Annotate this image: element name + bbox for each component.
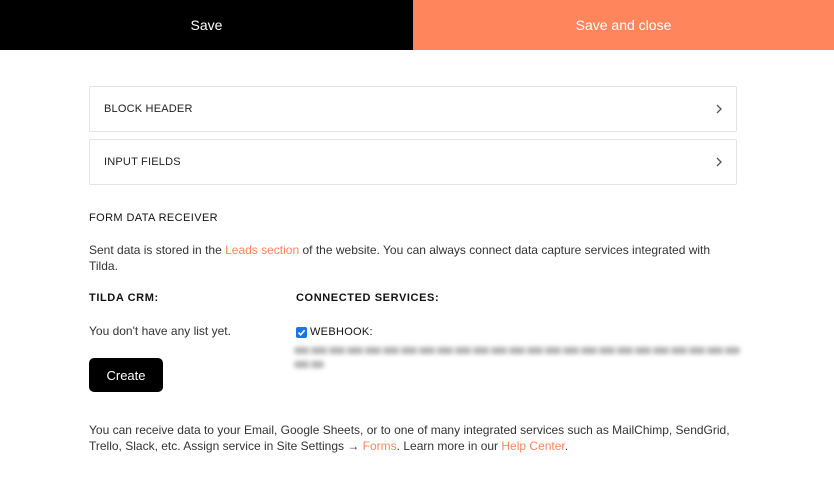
form-receiver-description: Sent data is stored in the Leads section… [89, 242, 739, 274]
connected-services-heading: CONNECTED SERVICES: [296, 292, 440, 304]
input-fields-panel[interactable]: INPUT FIELDS [89, 139, 737, 185]
redacted-line [294, 361, 324, 368]
no-list-text: You don't have any list yet. [89, 324, 231, 338]
webhook-row: WEBHOOK: [296, 326, 373, 338]
checkmark-icon [297, 329, 306, 336]
footer-text-middle: . Learn more in our [396, 439, 502, 453]
footer-info: You can receive data to your Email, Goog… [89, 422, 739, 454]
top-action-bar: Save Save and close [0, 0, 834, 50]
form-data-receiver-title: FORM DATA RECEIVER [89, 212, 219, 224]
tilda-crm-heading: TILDA CRM: [89, 292, 159, 304]
chevron-right-icon [714, 104, 724, 114]
block-header-label: BLOCK HEADER [104, 103, 193, 115]
webhook-url-redacted [294, 344, 746, 380]
block-header-panel[interactable]: BLOCK HEADER [89, 86, 737, 132]
input-fields-label: INPUT FIELDS [104, 156, 181, 168]
chevron-right-icon [714, 157, 724, 167]
desc-text-before: Sent data is stored in the [89, 243, 226, 257]
leads-section-link[interactable]: Leads section [225, 243, 299, 257]
save-button[interactable]: Save [0, 0, 413, 50]
save-and-close-button[interactable]: Save and close [413, 0, 834, 50]
create-button[interactable]: Create [89, 358, 163, 392]
webhook-label: WEBHOOK: [310, 326, 373, 338]
footer-text-end: . [564, 439, 569, 453]
webhook-checkbox[interactable] [296, 326, 307, 338]
help-center-link[interactable]: Help Center [501, 439, 564, 453]
forms-link[interactable]: Forms [363, 439, 397, 453]
redacted-line [294, 347, 740, 354]
